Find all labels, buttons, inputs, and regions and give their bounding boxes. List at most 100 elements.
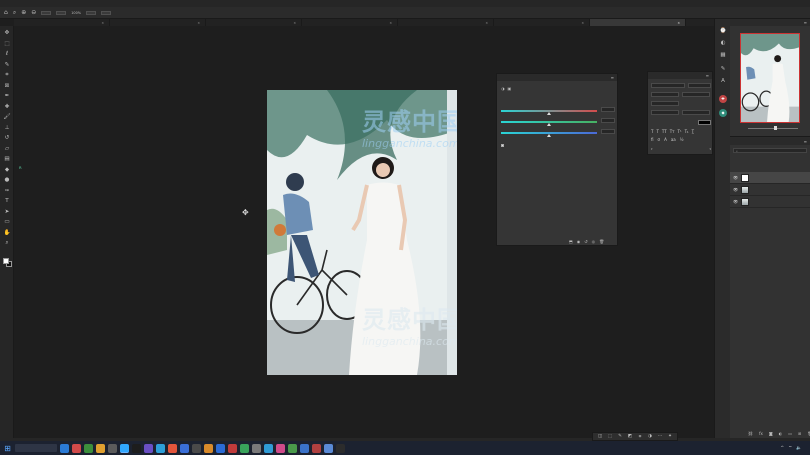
taskbar-app-icon[interactable] [312, 443, 321, 453]
layer-visibility-icon[interactable]: 👁 [733, 199, 738, 204]
panel-menu-icon[interactable]: ≡ [804, 20, 807, 25]
close-tab-icon[interactable]: × [389, 21, 392, 25]
gradient-tool-icon[interactable]: ▤ [2, 156, 12, 163]
taskbar-app-icon[interactable] [156, 443, 165, 453]
taskbar-app-icon[interactable] [264, 443, 273, 453]
fraction-icon[interactable]: ½ [680, 137, 684, 142]
frame-tool-icon[interactable]: ⊠ [2, 83, 12, 90]
select-subject-icon[interactable]: ◫ [596, 434, 604, 439]
underline-icon[interactable]: T̲ [692, 129, 694, 134]
brush-tool-icon[interactable]: 🖌 [2, 114, 12, 121]
layer-row[interactable]: 👁 [730, 184, 810, 196]
taskbar-app-icon[interactable] [108, 443, 117, 453]
volume-icon[interactable]: 🔈 [796, 446, 802, 451]
add-mask-icon[interactable]: ◙ [769, 431, 773, 436]
more-options-icon[interactable]: ⋯ [656, 434, 664, 439]
history-brush-tool-icon[interactable]: ↺ [2, 135, 12, 142]
tracking-field[interactable] [651, 101, 679, 106]
taskbar-app-icon[interactable] [240, 443, 249, 453]
taskbar-app-icon[interactable] [132, 443, 141, 453]
link-layers-icon[interactable]: ⛓ [748, 431, 753, 436]
taskbar-app-icon[interactable] [96, 443, 105, 453]
navigator-zoom-slider[interactable] [748, 128, 798, 129]
font-size-field[interactable] [651, 92, 679, 97]
view-previous-icon[interactable]: ◉ [577, 239, 581, 244]
layer-row[interactable]: 👁 [730, 196, 810, 208]
quick-select-tool-icon[interactable]: ✎ [2, 62, 12, 69]
taskbar-app-icon[interactable] [192, 443, 201, 453]
close-tab-icon[interactable]: × [293, 21, 296, 25]
close-tab-icon[interactable]: × [485, 21, 488, 25]
path-select-tool-icon[interactable]: ➤ [2, 209, 12, 216]
taskbar-search[interactable] [15, 444, 57, 452]
zoom-tool-icon[interactable]: ⌕ [2, 240, 12, 247]
slider-value-field[interactable] [601, 118, 615, 123]
taskbar-app-icon[interactable] [180, 443, 189, 453]
document-tab[interactable]: × [302, 19, 398, 26]
all-caps-icon[interactable]: TT [662, 129, 667, 134]
taskbar-app-icon[interactable] [84, 443, 93, 453]
preserve-luminosity-checkbox[interactable] [501, 144, 504, 147]
document-tab[interactable]: × [590, 19, 686, 26]
windows-start-icon[interactable]: ⊞ [3, 444, 12, 453]
navigator-thumbnail[interactable] [740, 33, 800, 123]
document-tab[interactable]: × [110, 19, 206, 26]
document-tab[interactable]: × [206, 19, 302, 26]
network-icon[interactable]: ⌔ [788, 445, 792, 451]
pen-tool-icon[interactable]: ✑ [2, 188, 12, 195]
tray-chevron-icon[interactable]: ^ [780, 446, 784, 451]
visibility-icon[interactable]: ◎ [592, 239, 596, 244]
taskbar-app-icon[interactable] [228, 443, 237, 453]
layer-visibility-icon[interactable]: 👁 [733, 187, 738, 192]
option-button-2[interactable] [56, 10, 67, 15]
document-tab[interactable]: × [14, 19, 110, 26]
foreground-color-swatch[interactable] [3, 258, 9, 264]
stamp-tool-icon[interactable]: ⊥ [2, 125, 12, 132]
document-tab[interactable]: × [494, 19, 590, 26]
blur-tool-icon[interactable]: ◆ [2, 167, 12, 174]
font-family-field[interactable] [651, 83, 685, 88]
eraser-tool-icon[interactable]: ▱ [2, 146, 12, 153]
layer-row[interactable]: 👁 [730, 172, 810, 184]
slider-knob[interactable] [547, 112, 551, 115]
layer-visibility-icon[interactable]: 👁 [733, 175, 738, 180]
zoom-value[interactable]: 100% [71, 11, 81, 15]
taskbar-app-icon[interactable] [324, 443, 333, 453]
superscript-icon[interactable]: T¹ [678, 129, 682, 134]
eyedropper-tool-icon[interactable]: ✒ [2, 93, 12, 100]
layer-style-icon[interactable]: fx [759, 431, 763, 436]
adjust-icon[interactable]: ◑ [646, 434, 654, 439]
close-tab-icon[interactable]: × [581, 21, 584, 25]
swash-icon[interactable]: σ [658, 137, 661, 142]
zoom-out-icon[interactable]: ⊖ [31, 9, 36, 16]
anti-alias-dropdown[interactable]: ▾ [709, 147, 711, 151]
move-tool-icon[interactable]: ✥ [2, 30, 12, 37]
slider-knob[interactable] [547, 123, 551, 126]
new-layer-icon[interactable]: ⊞ [798, 431, 801, 436]
brush-icon[interactable]: ✎ [616, 434, 624, 439]
shape-tool-icon[interactable]: ▭ [2, 219, 12, 226]
spot-heal-tool-icon[interactable]: ✚ [2, 104, 12, 111]
slider-knob[interactable] [547, 134, 551, 137]
taskbar-app-icon[interactable] [300, 443, 309, 453]
brush-settings-icon[interactable]: ✎ [718, 65, 728, 74]
option-button-4[interactable] [100, 10, 111, 15]
new-adjustment-icon[interactable]: ◐ [779, 431, 783, 436]
lasso-tool-icon[interactable]: ℓ [2, 51, 12, 58]
ordinal-icon[interactable]: aa [671, 137, 676, 142]
crop-icon[interactable]: ⌗ [636, 434, 644, 440]
taskbar-app-icon[interactable] [288, 443, 297, 453]
transform-icon[interactable]: ⬚ [606, 434, 614, 439]
new-group-icon[interactable]: ▭ [788, 431, 792, 436]
swatches-icon[interactable]: ▦ [718, 51, 728, 60]
hand-tool-icon[interactable]: ✋ [2, 230, 12, 237]
delete-adjustment-icon[interactable]: 🗑 [599, 239, 604, 244]
option-button-3[interactable] [85, 10, 96, 15]
language-dropdown[interactable]: ▾ [651, 147, 653, 151]
plugin-teal-icon[interactable]: ◆ [719, 109, 727, 117]
layer-filter-kind[interactable]: ⌕ [736, 149, 738, 153]
clip-to-layer-icon[interactable]: ⬒ [569, 239, 573, 244]
taskbar-app-icon[interactable] [204, 443, 213, 453]
navigator-zoom-knob[interactable] [774, 126, 777, 130]
text-color-swatch[interactable] [698, 120, 711, 125]
